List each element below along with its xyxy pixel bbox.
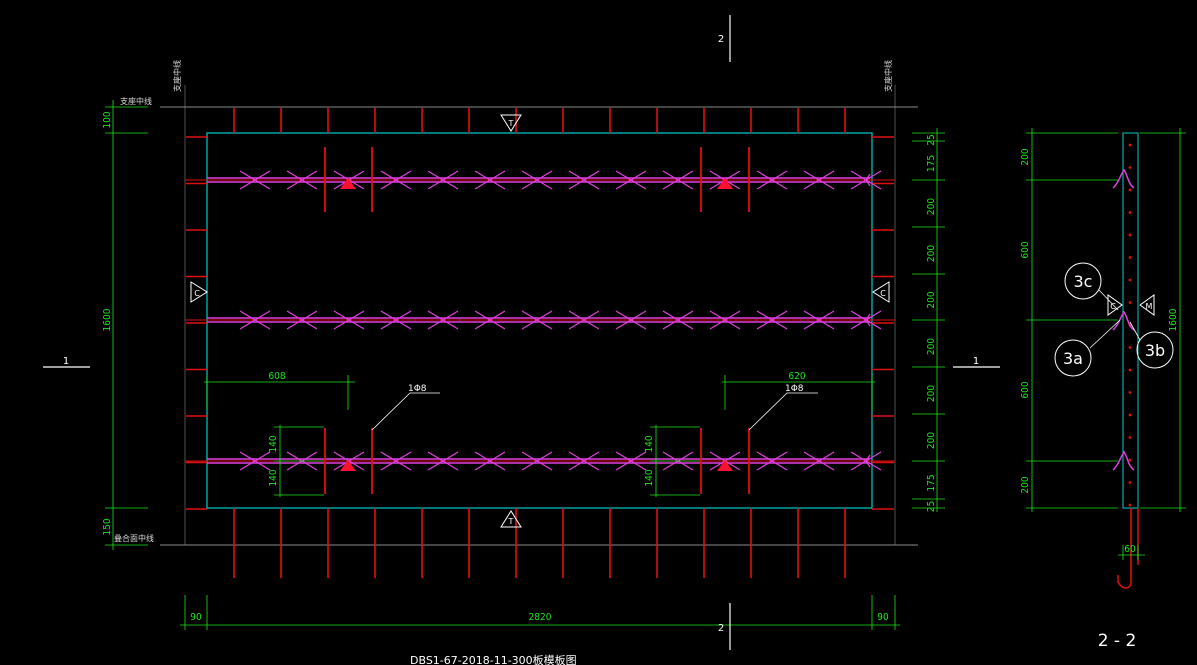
- section-title: 2 - 2: [1098, 631, 1137, 651]
- section-rebar-dot: [1128, 436, 1132, 439]
- dim-bottom-left: 90: [190, 612, 202, 623]
- view-marker-bottom-label: T: [508, 517, 514, 526]
- dim-right-value: 200: [926, 432, 937, 449]
- section-marker-left: C: [1110, 302, 1116, 311]
- section-mark-right: 1: [973, 356, 979, 367]
- dim-left-bottom: 150: [102, 518, 113, 535]
- section-rebar-dot: [1128, 413, 1132, 417]
- dim-620: 620: [788, 371, 805, 382]
- section-mark-bottom: 2: [718, 623, 724, 634]
- callout-3c: 3c: [1074, 272, 1093, 291]
- section-mark-left: 1: [63, 356, 69, 367]
- view-marker-left-label: C: [194, 289, 200, 298]
- drawing-background: [0, 0, 1197, 665]
- section-rebar-dot: [1128, 458, 1132, 462]
- section-rebar-dot: [1128, 188, 1132, 192]
- bar-label-right: 1Φ8: [785, 384, 804, 394]
- section-dim-600-lower: 600: [1020, 381, 1031, 398]
- drawing-caption: DBS1-67-2018-11-300板模板图: [410, 653, 577, 665]
- dim-left-total: 1600: [102, 308, 113, 331]
- section-rebar-dot: [1128, 368, 1132, 372]
- section-rebar-dot: [1128, 301, 1132, 304]
- callout-3a: 3a: [1063, 349, 1083, 368]
- section-rebar-dot: [1128, 143, 1132, 147]
- support-label-right: 支座中线: [883, 60, 893, 92]
- section-rebar-dot: [1128, 211, 1132, 214]
- dim-right-value: 200: [926, 245, 937, 262]
- dim-140-right-lower: 140: [644, 469, 655, 486]
- dim-140-right-upper: 140: [644, 435, 655, 452]
- dim-bottom-right: 90: [877, 612, 889, 623]
- cad-drawing: T T C C 支座中线 支座中线 支座中线 叠合面中线 100 1600 15…: [0, 0, 1197, 665]
- view-marker-right-label: C: [880, 289, 886, 298]
- dim-right-value: 25: [926, 134, 937, 145]
- dim-140-left-upper: 140: [268, 435, 279, 452]
- dim-608: 608: [268, 371, 285, 382]
- section-dim-1600: 1600: [1168, 308, 1179, 331]
- section-rebar-dot: [1128, 481, 1132, 484]
- view-marker-top-label: T: [508, 119, 514, 128]
- bar-label-left: 1Φ8: [408, 384, 427, 394]
- dim-right-value: 200: [926, 385, 937, 402]
- section-dim-200-bottom: 200: [1020, 476, 1031, 493]
- support-label-top: 支座中线: [120, 96, 152, 106]
- section-dim-200-top: 200: [1020, 148, 1031, 165]
- section-dim-600-upper: 600: [1020, 241, 1031, 258]
- section-rebar-dot: [1128, 503, 1132, 507]
- dim-140-left-lower: 140: [268, 469, 279, 486]
- section-rebar-dot: [1128, 346, 1132, 349]
- section-marker-right: M: [1146, 302, 1153, 311]
- dim-right-value: 200: [926, 291, 937, 308]
- section-rebar-dot: [1128, 256, 1132, 259]
- support-label-left: 支座中线: [172, 60, 182, 92]
- section-rebar-dot: [1128, 278, 1132, 282]
- section-dim-60: 60: [1124, 544, 1136, 555]
- section-rebar-dot: [1128, 166, 1132, 169]
- support-label-bottom: 叠合面中线: [114, 533, 154, 543]
- callout-3b: 3b: [1145, 341, 1165, 360]
- dim-right-value: 200: [926, 338, 937, 355]
- dim-bottom-total: 2820: [529, 612, 552, 623]
- section-rebar-dot: [1128, 233, 1132, 237]
- section-rebar-dot: [1128, 391, 1132, 394]
- dim-right-value: 175: [926, 155, 937, 172]
- dim-right-value: 25: [926, 501, 937, 512]
- dim-left-top: 100: [102, 111, 113, 128]
- dim-right-value: 175: [926, 474, 937, 491]
- section-mark-top: 2: [718, 34, 724, 45]
- dim-right-value: 200: [926, 198, 937, 215]
